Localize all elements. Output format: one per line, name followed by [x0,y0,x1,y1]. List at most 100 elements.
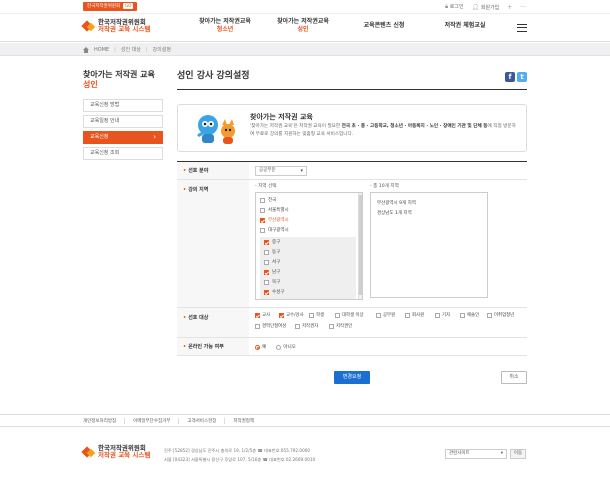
checkbox-checked[interactable] [264,289,269,295]
region-item-label: 부산광역시 [268,218,289,223]
target-option[interactable]: 대학생 이상 [335,312,364,318]
radio-selected[interactable] [255,344,260,350]
plus-icon[interactable]: + [507,4,512,11]
region-item[interactable]: 서울특별시 [260,207,289,213]
checkbox-checked[interactable] [264,239,269,245]
facebook-icon[interactable]: f [505,72,515,82]
checkbox[interactable] [260,197,265,203]
breadcrumb-level2[interactable]: 강의설정 [153,46,171,53]
site-go-badge: GO [123,3,134,9]
target-option[interactable]: 공무원 [376,312,395,318]
field-label: • 선호 분야 [177,162,249,179]
online-no-option[interactable]: 아니오 [276,344,296,350]
checkbox[interactable] [309,312,314,318]
menu-icon[interactable] [517,24,527,32]
site-footer: 한국저작권위원회 저작권 교육 시스템 진주 [52852] 경상남도 진주시 … [0,427,610,480]
field-select[interactable]: 공공부문 [255,166,307,176]
nav-youth-education[interactable]: 찾아가는 저작권교육 청소년 [186,18,264,34]
nav-label: 저작권 체험교실 [444,22,486,29]
radio[interactable] [276,344,282,350]
region-list[interactable]: 전국 서울특별시 부산광역시 대구광역시 중구 동구 서구 남구 북구 수성구 [255,192,363,300]
target-option[interactable]: 교사 [255,312,270,318]
subregion-item[interactable]: 북구 [264,279,280,285]
footer-link-email[interactable]: 이메일무단수집거부 [124,418,178,424]
target-option[interactable]: 기자 [435,312,450,318]
checkbox[interactable] [487,312,492,318]
footer-link-policy[interactable]: 저작권정책 [224,418,262,424]
target-option[interactable]: 회사원 [405,312,424,318]
checkbox[interactable] [264,249,269,255]
checkbox-checked[interactable] [255,312,260,318]
side-nav-item-lookup[interactable]: 교육신청 조회 [83,147,163,160]
region-item[interactable]: 대구광역시 [260,227,289,233]
checkbox-checked[interactable] [260,217,265,223]
side-nav-list: 교육신청 방법 교육일정 안내 교육신청 교육신청 조회 [83,99,163,160]
more-icon[interactable]: ··· [520,4,526,11]
twitter-icon[interactable]: t [517,72,527,82]
nav-content-request[interactable]: 교육콘텐츠 신청 [342,18,426,34]
target-option-label: 경력단절여성 [262,324,287,329]
side-nav-item-how-to-apply[interactable]: 교육신청 방법 [83,99,163,112]
checkbox[interactable] [264,279,269,285]
checkbox[interactable] [295,323,300,329]
checkbox[interactable] [329,323,334,329]
checkbox[interactable] [435,312,440,318]
site-logo[interactable]: 한국저작권위원회 저작권 교육 시스템 [83,19,150,33]
target-option[interactable]: 저작권자 [295,323,318,329]
checkbox[interactable] [405,312,410,318]
breadcrumb-home[interactable]: HOME [94,47,109,53]
cancel-button[interactable]: 취소 [501,371,527,384]
target-option[interactable]: 경력단절여성 [255,323,286,329]
checkbox[interactable] [335,312,340,318]
family-site-select[interactable]: 관련사이트 [445,449,507,459]
region-item[interactable]: 전국 [260,197,276,203]
target-option[interactable]: 학생 [309,312,324,318]
target-option-label: 예술인 [467,313,480,318]
side-navigation: 찾아가는 저작권 교육 성인 교육신청 방법 교육일정 안내 교육신청 교육신청… [83,70,163,163]
checkbox-checked[interactable] [279,312,284,318]
footer-address-jinju: 진주 [52852] 경상남도 진주시 충의로 19, 1/2/5층 ☎ 대표번… [164,448,311,453]
login-link[interactable]: 🔒︎ 로그인 [445,3,464,11]
checkbox[interactable] [255,323,260,329]
subregion-item[interactable]: 서구 [264,259,280,265]
region-scrollbar[interactable] [358,193,362,299]
checkbox-checked[interactable] [264,269,269,275]
footer-link-charter[interactable]: 고객서비스헌장 [178,418,224,424]
target-label: • 선호 대상 [177,308,249,337]
checkbox[interactable] [460,312,465,318]
checkbox[interactable] [260,227,265,233]
selected-region-list: 부산광역시 9개 지역 경상남도 1개 지역 [370,192,488,298]
online-yes-option[interactable]: 예 [255,344,266,350]
submit-change-button[interactable]: 변경요청 [334,371,370,384]
side-nav-item-schedule[interactable]: 교육일정 안내 [83,115,163,128]
checkbox[interactable] [264,259,269,265]
online-label-text: 온라인 가능 여부 [188,344,224,350]
target-option[interactable]: 미취업청년 [487,312,514,318]
subregion-item[interactable]: 중구 [264,239,280,245]
intro-description: '찾아가는 저작권 교육'은 저작권 교육이 필요한 전국 초 · 중 · 고등… [250,123,518,139]
home-icon[interactable] [83,46,89,53]
subregion-item[interactable]: 남구 [264,269,280,275]
family-site-go-button[interactable]: 이동 [510,449,526,459]
nav-sublabel: 성인 [297,26,309,33]
nav-adult-education[interactable]: 찾아가는 저작권교육 성인 [264,18,342,34]
subregion-item[interactable]: 수성구 [264,289,284,295]
side-nav-item-apply[interactable]: 교육신청 [83,131,163,144]
site-link-button[interactable]: 한국저작권위원회 GO [83,2,138,11]
nav-label: 찾아가는 저작권교육 [199,18,251,25]
target-option[interactable]: 교수/강사 [279,312,304,318]
target-option[interactable]: 저작권인 [329,323,352,329]
join-link[interactable]: 👤︎ 회원가입 [472,4,500,11]
page-title: 성인 강사 강의설정 [177,71,250,81]
footer-address-seoul: 서울 [04323] 서울특별시 용산구 후암로 107, 5/16층 ☎ 대표… [164,457,316,462]
checkbox[interactable] [260,207,265,213]
target-option[interactable]: 예술인 [460,312,479,318]
footer-link-privacy[interactable]: 개인정보처리방침 [83,418,124,424]
breadcrumb-level1[interactable]: 성인 대상 [121,46,141,53]
checkbox[interactable] [376,312,381,318]
region-item[interactable]: 부산광역시 [260,217,289,223]
subregion-item[interactable]: 동구 [264,249,280,255]
target-option-label: 회사원 [412,313,425,318]
nav-experience-class[interactable]: 저작권 체험교실 [426,18,504,34]
region-label: • 강의 지역 [177,180,249,307]
